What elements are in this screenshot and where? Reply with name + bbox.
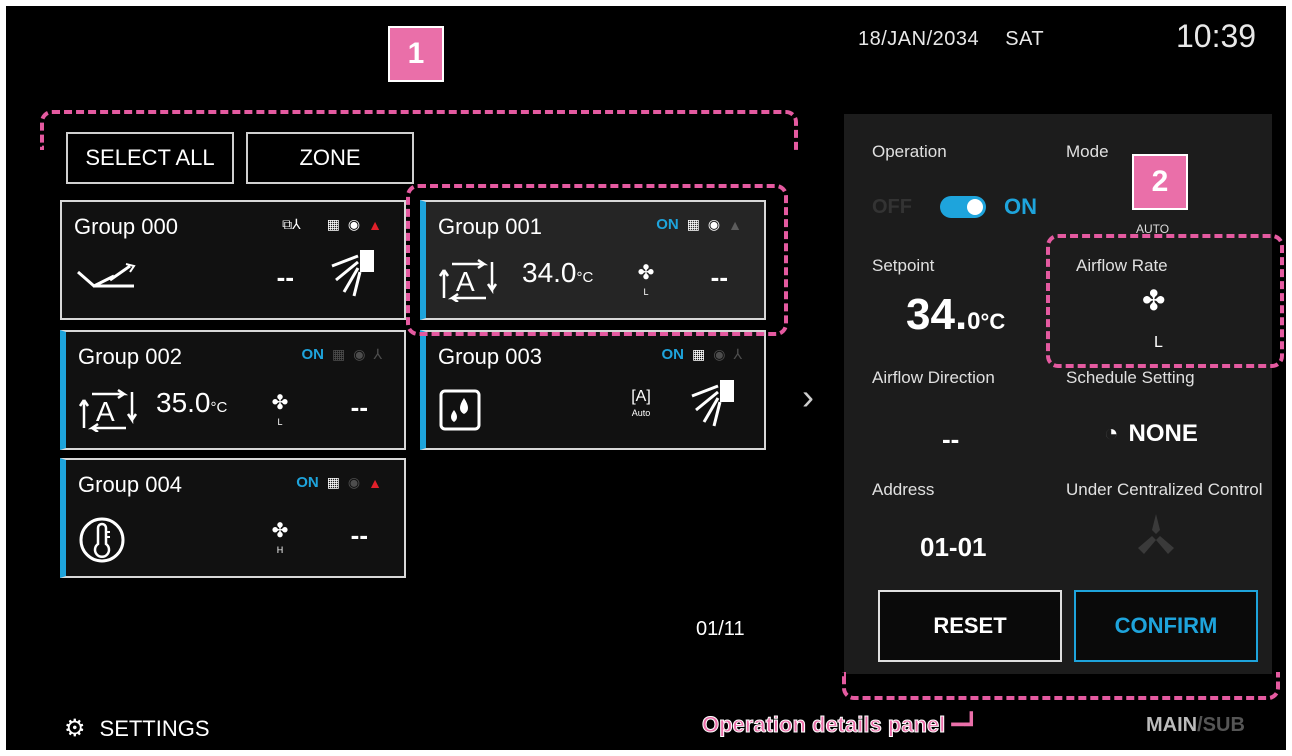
operation-label: Operation <box>872 142 947 161</box>
group-temp: 35.0°C <box>156 387 228 418</box>
group-card-003[interactable]: Group 003 ON ▦ ◉ ⅄ [A] Auto <box>420 330 766 450</box>
screen: 18/JAN/2034 SAT 10:39 SELECT ALL ZONE Gr… <box>6 6 1286 750</box>
svg-text:A: A <box>96 396 115 427</box>
ventilation-icon <box>77 263 136 288</box>
address-value: 01-01 <box>920 532 987 562</box>
group-card-000[interactable]: Group 000 ⧉⅄ ▦ ◉ ▲ -- <box>60 200 406 320</box>
grid-icon: ▦ <box>326 474 340 490</box>
group-card-004[interactable]: Group 004 ON ▦ ◉ ▲ ✤ H -- <box>60 458 406 578</box>
on-status: ON <box>661 346 684 363</box>
callout-2: 2 <box>1132 154 1188 210</box>
eye-icon: ◉ <box>347 474 361 490</box>
mode-label: Mode <box>1066 142 1109 161</box>
date-display: 18/JAN/2034 SAT <box>858 28 1064 51</box>
auto-fan-icon: [A] Auto <box>631 388 651 418</box>
group-name: Group 003 <box>438 344 542 369</box>
grid-icon: ▦ <box>691 346 706 362</box>
fan-icon: ✤ L <box>271 392 289 427</box>
setpoint-label: Setpoint <box>872 256 935 275</box>
main-sub-indicator[interactable]: MAIN/SUB <box>1146 714 1245 737</box>
group-name: Group 004 <box>78 472 182 497</box>
clock: 10:39 <box>1176 18 1257 54</box>
clock-icon: ◔ <box>1104 420 1119 447</box>
airflow-direction-value[interactable]: -- <box>942 424 959 455</box>
status-icons: ON ▦ ◉ ⅄ <box>301 346 382 363</box>
group-name: Group 000 <box>74 214 178 239</box>
airflow-rate-highlight <box>1046 234 1284 368</box>
on-status: ON <box>301 346 324 363</box>
thermometer-icon <box>79 517 125 563</box>
settings-button[interactable]: ⚙ SETTINGS <box>64 714 210 743</box>
off-label: OFF <box>872 196 912 218</box>
grid-icon: ▦ <box>326 216 340 232</box>
centralized-icon: ⅄ <box>733 346 742 362</box>
callout-1: 1 <box>388 26 444 82</box>
status-icons: ON ▦ ◉ ⅄ <box>661 346 742 363</box>
weekday: SAT <box>1005 28 1045 50</box>
reset-button[interactable]: RESET <box>878 590 1062 662</box>
setpoint-value[interactable]: 34.0°C <box>906 290 1005 340</box>
centralized-label: Under Centralized Control <box>1066 480 1263 499</box>
grid-icon: ▦ <box>331 346 346 362</box>
settings-label: SETTINGS <box>99 715 210 741</box>
operation-toggle[interactable] <box>940 196 986 218</box>
warning-icon: ▲ <box>368 474 382 491</box>
group-name: Group 002 <box>78 344 182 369</box>
address-label: Address <box>872 480 935 499</box>
centralized-control-icon <box>1138 514 1174 554</box>
on-label: ON <box>1004 194 1037 219</box>
interlock-icon: ⧉⅄ <box>282 216 301 232</box>
next-page-arrow[interactable]: › <box>802 376 814 418</box>
date: 18/JAN/2034 <box>858 28 980 50</box>
louver-icon <box>691 380 734 427</box>
group-value: -- <box>350 392 368 422</box>
group-value: -- <box>350 520 368 550</box>
on-status: ON <box>296 474 319 491</box>
panel-bracket <box>842 672 1280 700</box>
page-indicator: 01/11 <box>696 618 745 640</box>
selected-group-highlight <box>406 184 788 336</box>
gear-icon: ⚙ <box>64 715 86 742</box>
group-area-bracket <box>40 110 798 150</box>
airflow-direction-label: Airflow Direction <box>872 368 995 387</box>
status-icons: ON ▦ ◉ ▲ <box>296 474 382 491</box>
confirm-button[interactable]: CONFIRM <box>1074 590 1258 662</box>
centralized-icon: ⅄ <box>373 346 382 362</box>
operation-details-panel: Operation Mode OFF ON AUTO Setpoint 34.0… <box>844 114 1272 674</box>
eye-icon: ◉ <box>353 346 366 362</box>
auto-mode-icon: A <box>78 388 138 432</box>
dry-mode-icon <box>439 389 481 431</box>
group-value: -- <box>276 262 294 292</box>
group-card-002[interactable]: Group 002 ON ▦ ◉ ⅄ A 35.0°C ✤ L -- <box>60 330 406 450</box>
panel-caption: Operation details panel ━┛ <box>701 712 978 738</box>
schedule-value[interactable]: ◔ NONE <box>1104 420 1198 448</box>
schedule-label: Schedule Setting <box>1066 368 1195 387</box>
eye-icon: ◉ <box>713 346 726 362</box>
warning-icon: ▲ <box>368 216 382 233</box>
louver-icon <box>331 250 374 297</box>
eye-icon: ◉ <box>347 216 361 232</box>
fan-icon: ✤ H <box>271 520 289 555</box>
status-icons: ⧉⅄ ▦ ◉ ▲ <box>282 216 382 233</box>
